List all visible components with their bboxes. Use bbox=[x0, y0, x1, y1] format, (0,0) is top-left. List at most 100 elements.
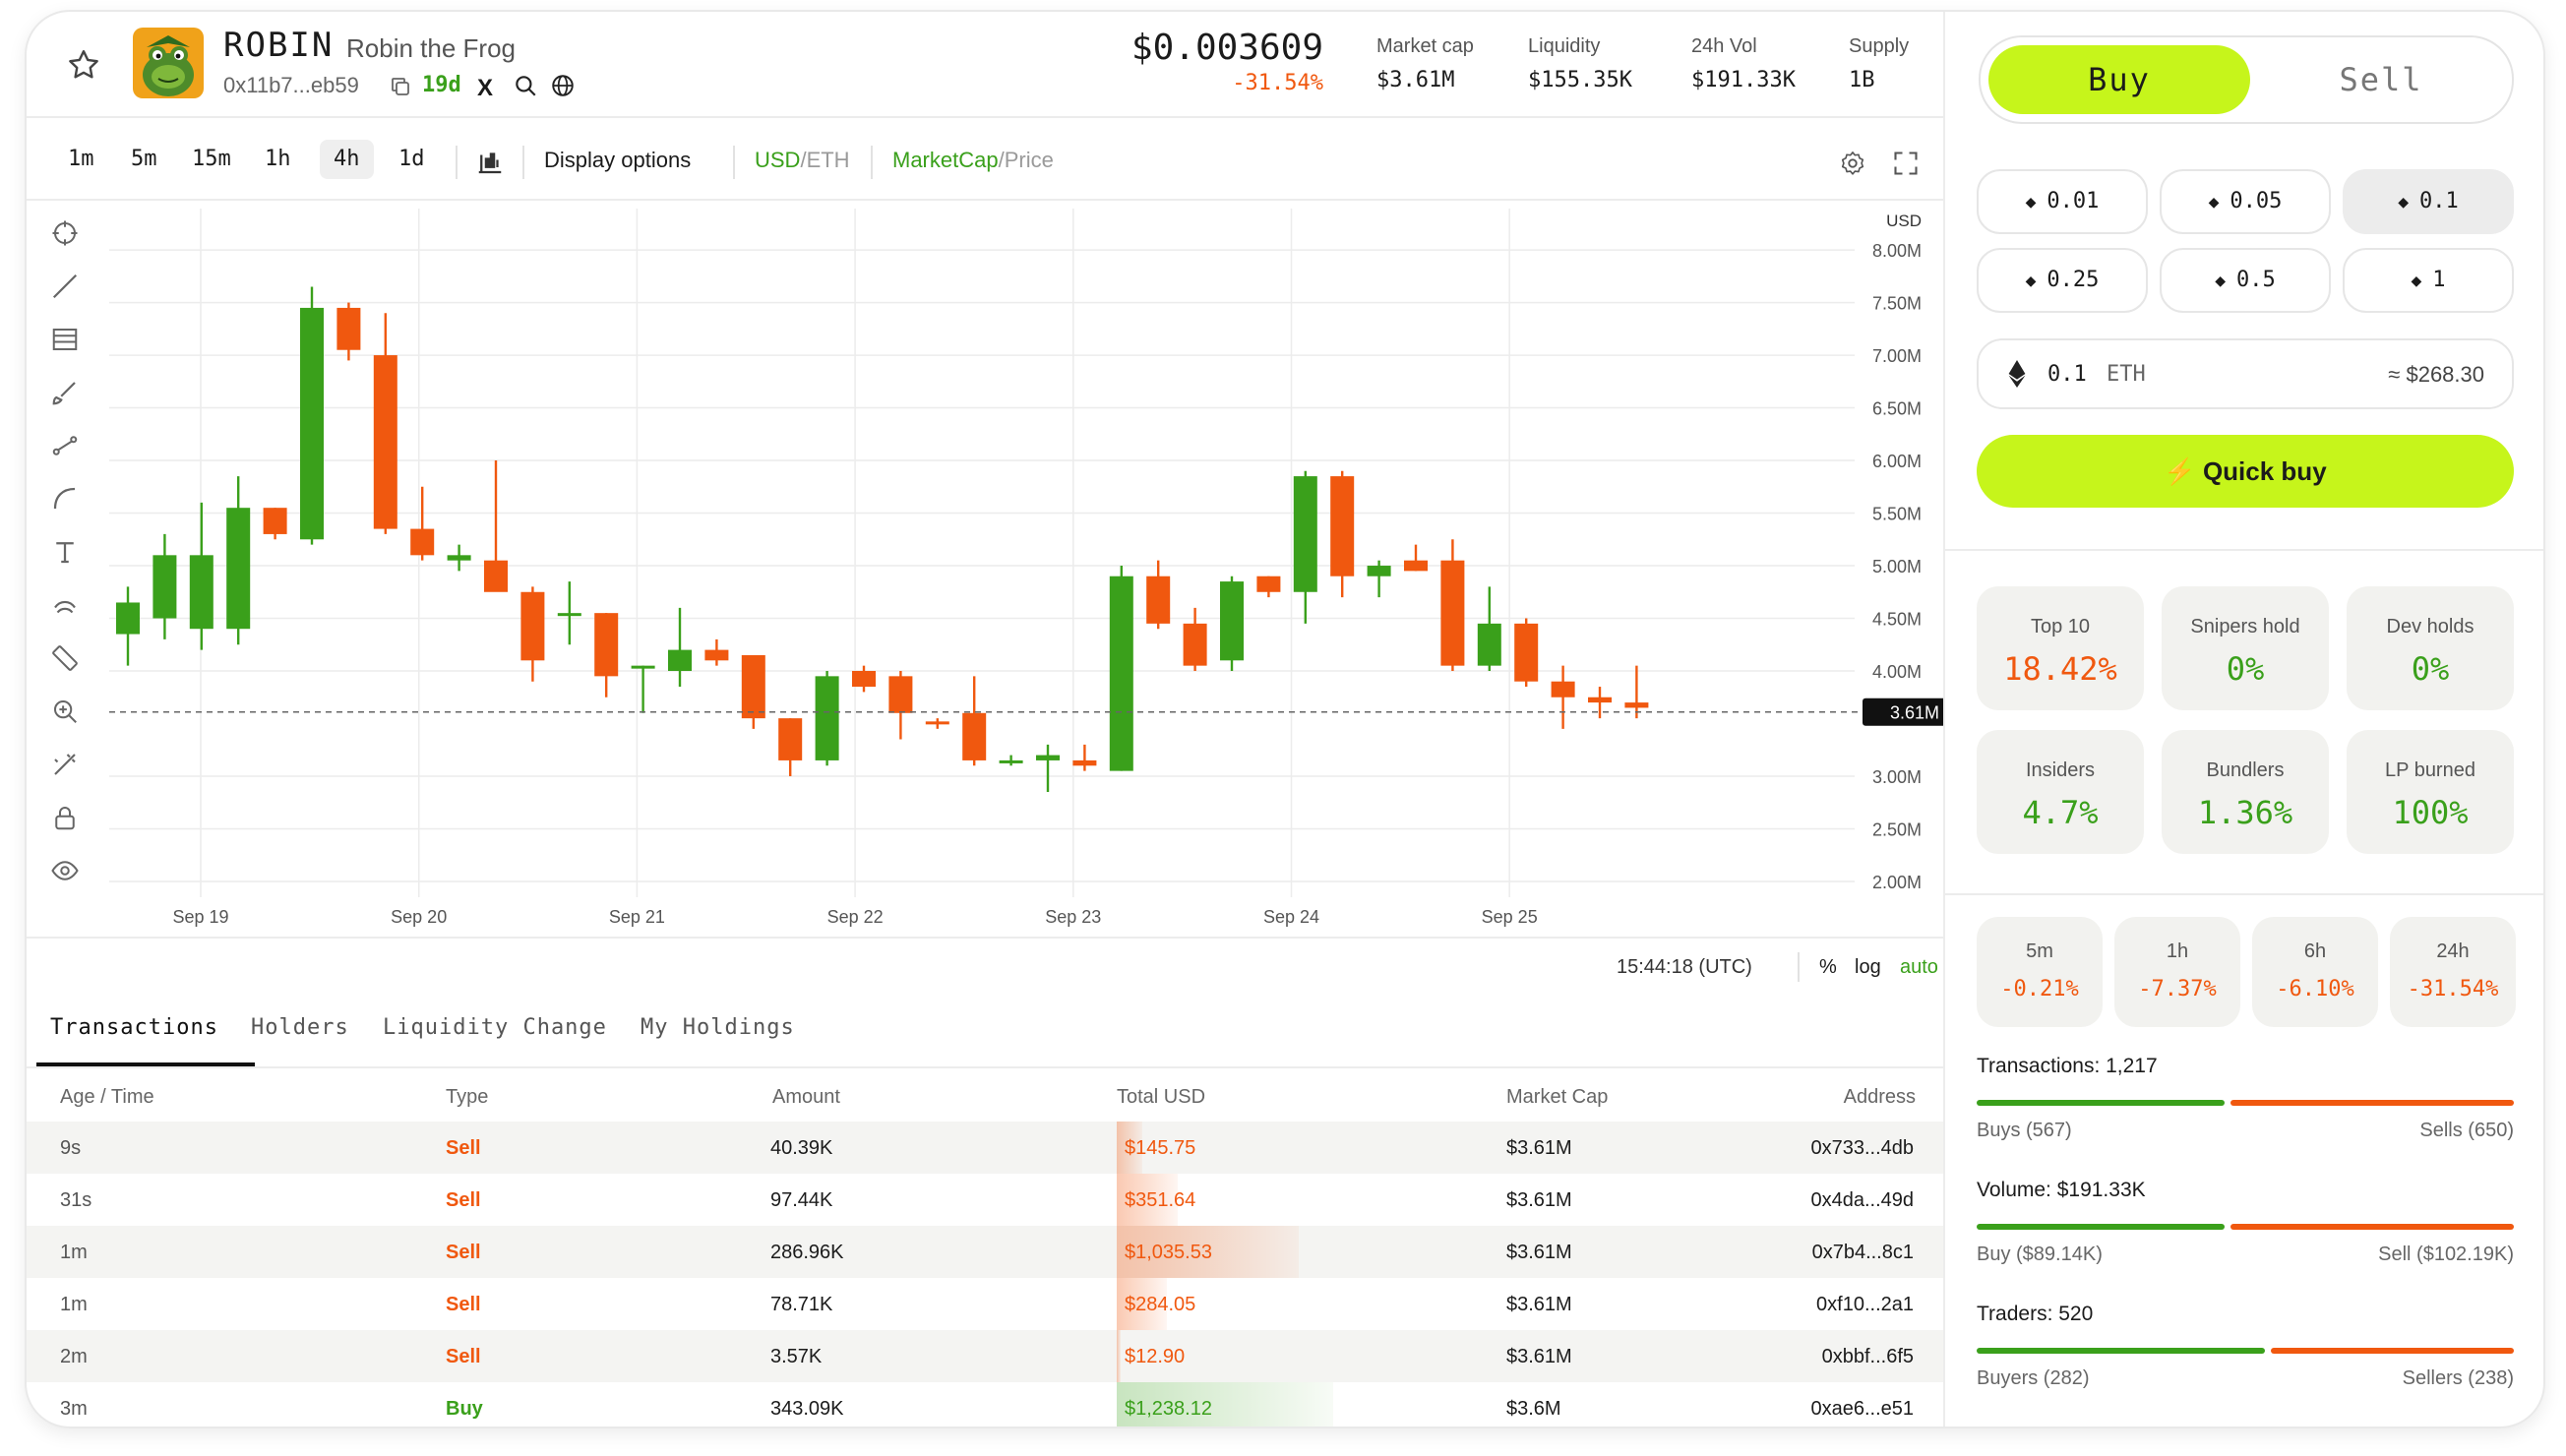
magic-icon[interactable] bbox=[50, 750, 80, 779]
row-address[interactable]: 0x7b4...8c1 bbox=[1812, 1242, 1914, 1264]
candle-body bbox=[1072, 759, 1097, 766]
row-amount: 97.44K bbox=[770, 1189, 833, 1211]
table-row[interactable]: 9s Sell 40.39K $145.75 $3.61M 0x733...4db bbox=[27, 1122, 1943, 1174]
pattern-icon[interactable] bbox=[50, 590, 80, 620]
bottom-tabs: Transactions Holders Liquidity Change My… bbox=[27, 996, 1943, 1068]
zoom-in-icon[interactable] bbox=[50, 697, 80, 726]
eye-icon[interactable] bbox=[50, 856, 80, 885]
indicators-icon[interactable] bbox=[475, 148, 505, 177]
auto-toggle[interactable]: auto bbox=[1900, 956, 1938, 979]
table-row[interactable]: 31s Sell 97.44K $351.64 $3.61M 0x4da...49d bbox=[27, 1174, 1943, 1226]
row-market-cap: $3.61M bbox=[1506, 1294, 1572, 1315]
path-icon[interactable] bbox=[50, 431, 80, 460]
period-change-card[interactable]: 6h -6.10% bbox=[2252, 917, 2378, 1027]
amount-preset-button[interactable]: ◆ 0.5 bbox=[2160, 248, 2331, 313]
price-chart[interactable]: 8.00M 7.50M 7.00M 6.50M 6.00M 5.50M 5.00M 4.50M… bbox=[27, 199, 1967, 939]
candle-body bbox=[594, 613, 619, 677]
row-address[interactable]: 0x733...4db bbox=[1810, 1137, 1914, 1160]
candle-body bbox=[189, 555, 214, 630]
crosshair-icon[interactable] bbox=[50, 218, 80, 248]
price-change: -31.54% bbox=[1232, 71, 1323, 95]
globe-icon[interactable] bbox=[550, 73, 576, 98]
horizontal-lines-icon[interactable] bbox=[50, 325, 80, 354]
amount-input[interactable]: 0.1 ETH ≈ $268.30 bbox=[1977, 338, 2514, 409]
star-icon[interactable] bbox=[66, 47, 101, 83]
row-address[interactable]: 0xae6...e51 bbox=[1810, 1398, 1914, 1421]
row-market-cap: $3.61M bbox=[1506, 1346, 1572, 1367]
currency-toggle[interactable]: USD/ETH bbox=[755, 148, 850, 173]
search-icon[interactable] bbox=[513, 73, 538, 98]
text-icon[interactable] bbox=[50, 537, 80, 567]
stat-market-cap: Market cap $3.61M bbox=[1376, 35, 1474, 92]
candlestick-chart-svg: 8.00M 7.50M 7.00M 6.50M 6.00M 5.50M 5.00M 4.50M… bbox=[109, 209, 1967, 927]
timeframe-1h[interactable]: 1h bbox=[251, 140, 305, 179]
period-change-card[interactable]: 24h -31.54% bbox=[2390, 917, 2516, 1027]
candle-body bbox=[1146, 576, 1171, 624]
row-amount: 40.39K bbox=[770, 1137, 833, 1159]
tab-my-holdings[interactable]: My Holdings bbox=[641, 1015, 795, 1040]
sell-tab-button[interactable]: Sell bbox=[2250, 45, 2512, 114]
y-tick-label: 5.00M bbox=[1872, 557, 1922, 576]
activity-buy-label: Buy ($89.14K) bbox=[1977, 1244, 2103, 1265]
trend-line-icon[interactable] bbox=[50, 272, 80, 301]
table-row[interactable]: 3m Buy 343.09K $1,238.12 $3.6M 0xae6...e51 bbox=[27, 1382, 1943, 1426]
amount-preset-button[interactable]: ◆ 1 bbox=[2343, 248, 2514, 313]
candle-body bbox=[410, 528, 435, 556]
activity-sell-label: Sell ($102.19K) bbox=[2378, 1244, 2514, 1265]
x-icon[interactable]: X bbox=[477, 75, 493, 102]
candle-body bbox=[1036, 755, 1060, 760]
percent-toggle[interactable]: % bbox=[1819, 956, 1837, 979]
settings-icon[interactable] bbox=[1839, 150, 1866, 177]
period-label: 1h bbox=[2166, 940, 2189, 962]
x-tick-label: Sep 22 bbox=[827, 907, 884, 927]
fullscreen-icon[interactable] bbox=[1892, 150, 1920, 177]
activity-sell-label: Sells (650) bbox=[2419, 1120, 2514, 1141]
tab-transactions[interactable]: Transactions bbox=[50, 1015, 218, 1040]
period-change-card[interactable]: 1h -7.37% bbox=[2114, 917, 2240, 1027]
amount-preset-button[interactable]: ◆ 0.1 bbox=[2343, 169, 2514, 234]
amount-preset-button[interactable]: ◆ 0.25 bbox=[1977, 248, 2148, 313]
mode-toggle[interactable]: MarketCap/Price bbox=[892, 148, 1054, 173]
timeframe-1m[interactable]: 1m bbox=[54, 140, 108, 179]
lock-icon[interactable] bbox=[50, 803, 80, 832]
transactions-table-header: Age / Time Type Amount Total USD Market … bbox=[27, 1070, 1943, 1120]
brush-icon[interactable] bbox=[50, 378, 80, 407]
timeframe-15m[interactable]: 15m bbox=[178, 140, 245, 179]
tab-liquidity-change[interactable]: Liquidity Change bbox=[383, 1015, 607, 1040]
period-change-card[interactable]: 5m -0.21% bbox=[1977, 917, 2103, 1027]
timeframe-4h[interactable]: 4h bbox=[320, 140, 374, 179]
metric-label: Snipers hold bbox=[2190, 616, 2300, 637]
curve-icon[interactable] bbox=[50, 484, 80, 514]
candle-body bbox=[704, 649, 729, 661]
ruler-icon[interactable] bbox=[50, 643, 80, 673]
table-row[interactable]: 2m Sell 3.57K $12.90 $3.61M 0xbbf...6f5 bbox=[27, 1330, 1943, 1382]
candle-body bbox=[447, 555, 471, 561]
x-tick-label: Sep 25 bbox=[1482, 907, 1538, 927]
row-address[interactable]: 0x4da...49d bbox=[1810, 1189, 1914, 1212]
table-row[interactable]: 1m Sell 78.71K $284.05 $3.61M 0xf10...2a1 bbox=[27, 1278, 1943, 1330]
amount-preset-button[interactable]: ◆ 0.05 bbox=[2160, 169, 2331, 234]
row-market-cap: $3.61M bbox=[1506, 1242, 1572, 1263]
table-row[interactable]: 1m Sell 286.96K $1,035.53 $3.61M 0x7b4...8c1 bbox=[27, 1226, 1943, 1278]
copy-icon[interactable] bbox=[389, 75, 412, 98]
token-name: Robin the Frog bbox=[346, 33, 516, 63]
candle-body bbox=[263, 508, 287, 534]
candle-body bbox=[1514, 623, 1539, 682]
amount-preset-button[interactable]: ◆ 0.01 bbox=[1977, 169, 2148, 234]
eth-icon: ◆ bbox=[2025, 192, 2047, 212]
display-options-button[interactable]: Display options bbox=[544, 148, 691, 173]
section-divider bbox=[1945, 893, 2543, 895]
timeframe-1d[interactable]: 1d bbox=[385, 140, 439, 179]
row-address[interactable]: 0xbbf...6f5 bbox=[1822, 1346, 1914, 1368]
log-toggle[interactable]: log bbox=[1855, 956, 1881, 979]
tab-holders[interactable]: Holders bbox=[251, 1015, 349, 1040]
quick-buy-button[interactable]: ⚡ Quick buy bbox=[1977, 435, 2514, 508]
eth-icon: ◆ bbox=[2025, 271, 2047, 291]
period-value: -0.21% bbox=[2000, 977, 2079, 1001]
stat-label: 24h Vol bbox=[1691, 35, 1757, 57]
row-address[interactable]: 0xf10...2a1 bbox=[1816, 1294, 1914, 1316]
buy-tab-button[interactable]: Buy bbox=[1988, 45, 2250, 114]
timeframe-5m[interactable]: 5m bbox=[117, 140, 171, 179]
eth-icon: ◆ bbox=[2208, 192, 2230, 212]
toolbar-divider bbox=[733, 146, 735, 179]
